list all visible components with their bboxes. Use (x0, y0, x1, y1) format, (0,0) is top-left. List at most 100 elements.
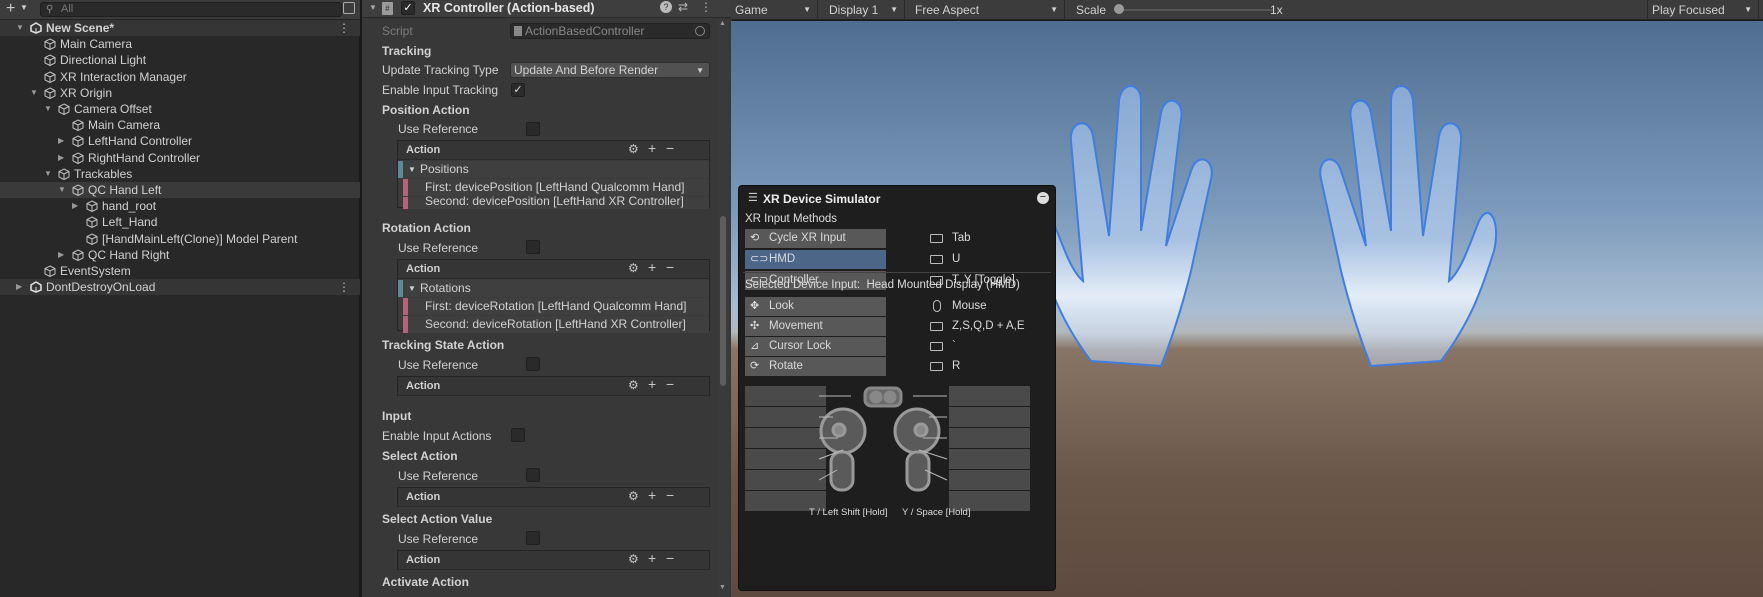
rotation-use-reference-checkbox[interactable] (526, 240, 540, 254)
hierarchy-scene-row[interactable]: ▶ DontDestroyOnLoad ⋮ (0, 279, 360, 296)
mouse-icon (933, 300, 941, 312)
scene-menu-icon[interactable]: ⋮ (338, 279, 350, 295)
scale-slider[interactable] (1114, 9, 1274, 11)
input-method-hmd-button[interactable]: ⊂⊃ HMD (745, 250, 886, 269)
hierarchy-item[interactable]: [HandMainLeft(Clone)] Model Parent (0, 231, 360, 247)
select-use-reference-checkbox[interactable] (526, 468, 540, 482)
update-tracking-dropdown[interactable]: Update And Before Render ▼ (510, 62, 710, 78)
aspect-dropdown[interactable]: Free Aspect ▼ (911, 0, 1065, 20)
gear-icon[interactable]: ⚙ (628, 261, 639, 275)
hierarchy-item[interactable]: Directional Light (0, 52, 360, 68)
play-mode-dropdown[interactable]: Play Focused ▼ (1647, 0, 1759, 20)
look-icon: ✥ (750, 300, 760, 312)
collapse-arrow-icon[interactable]: ▶ (58, 150, 64, 166)
hierarchy-item[interactable]: Left_Hand (0, 214, 360, 230)
remove-icon[interactable]: − (666, 259, 674, 275)
input-methods-header: XR Input Methods (745, 213, 838, 225)
position-action-box: Action ⚙ + − ▼ Positions First: devicePo… (397, 140, 710, 209)
hierarchy-item[interactable]: ▶ QC Hand Right (0, 247, 360, 263)
tracking-state-use-reference-label: Use Reference (398, 358, 479, 372)
dropdown-arrow-icon: ▼ (890, 5, 898, 14)
remove-icon[interactable]: − (666, 376, 674, 392)
scroll-up-icon[interactable]: ▲ (719, 20, 726, 27)
collapse-arrow-icon[interactable]: ▶ (16, 279, 22, 295)
add-binding-icon[interactable]: + (648, 259, 656, 275)
add-icon[interactable]: + (6, 0, 15, 18)
device-input-cursor-lock-button[interactable]: ⊿ Cursor Lock (745, 337, 886, 356)
enable-input-actions-label: Enable Input Actions (382, 429, 492, 443)
hierarchy-item[interactable]: ▼ Camera Offset (0, 101, 360, 117)
hierarchy-item[interactable]: ▶ LeftHand Controller (0, 133, 360, 149)
key-binding-label: R (930, 357, 960, 376)
foldout-arrow-icon[interactable]: ▼ (408, 161, 416, 178)
hierarchy-item[interactable]: ▼ QC Hand Left (0, 182, 360, 198)
selected-device-label: Selected Device Input: Head Mounted Disp… (745, 279, 1020, 291)
rotations-composite[interactable]: ▼ Rotations (398, 280, 709, 297)
drag-handle-icon[interactable]: ☰ (748, 191, 758, 204)
rotation-action-header-bar: Action ⚙ + − (398, 259, 709, 279)
hierarchy-scene-row[interactable]: ▼ New Scene* ⋮ (0, 20, 360, 36)
hierarchy-item[interactable]: Main Camera (0, 117, 360, 133)
foldout-arrow-icon[interactable]: ▼ (408, 280, 416, 297)
dropdown-arrow-icon[interactable]: ▼ (20, 3, 28, 12)
position-use-reference-label: Use Reference (398, 122, 479, 136)
remove-icon[interactable]: − (666, 550, 674, 566)
hierarchy-item[interactable]: Main Camera (0, 36, 360, 52)
rotation-binding-second[interactable]: Second: deviceRotation [LeftHand XR Cont… (403, 316, 709, 333)
collapse-arrow-icon[interactable]: ▶ (58, 247, 64, 263)
hierarchy-item[interactable]: ▶ RightHand Controller (0, 150, 360, 166)
hierarchy-item[interactable]: ▼ XR Origin (0, 85, 360, 101)
add-binding-icon[interactable]: + (648, 550, 656, 566)
select-action-box: Action ⚙ + − (397, 487, 710, 507)
select-value-use-reference-checkbox[interactable] (526, 531, 540, 545)
add-binding-icon[interactable]: + (648, 140, 656, 156)
input-method-cycle-xr-input-button[interactable]: ⟲ Cycle XR Input (745, 229, 886, 248)
hierarchy-item-label: Main Camera (60, 37, 133, 52)
search-filter-icon[interactable] (343, 2, 355, 14)
remove-icon[interactable]: − (666, 140, 674, 156)
add-binding-icon[interactable]: + (648, 376, 656, 392)
device-input-movement-button[interactable]: ✣ Movement (745, 317, 886, 336)
remove-icon[interactable]: − (666, 487, 674, 503)
script-field: ActionBasedController (510, 23, 710, 39)
gear-icon[interactable]: ⚙ (628, 489, 639, 503)
enable-input-actions-checkbox[interactable] (511, 428, 525, 442)
gear-icon[interactable]: ⚙ (628, 142, 639, 156)
expand-arrow-icon[interactable]: ▼ (30, 85, 38, 101)
hierarchy-item[interactable]: XR Interaction Manager (0, 69, 360, 85)
position-binding-second[interactable]: Second: devicePosition [LeftHand XR Cont… (403, 195, 709, 209)
inspector-scrollbar[interactable]: ▲ ▼ (717, 20, 729, 597)
tracking-state-use-reference-checkbox[interactable] (526, 357, 540, 371)
scroll-down-icon[interactable]: ▼ (719, 584, 726, 591)
hierarchy-item[interactable]: ▶ hand_root (0, 198, 360, 214)
add-binding-icon[interactable]: + (648, 487, 656, 503)
device-input-look-button[interactable]: ✥ Look (745, 297, 886, 316)
expand-arrow-icon[interactable]: ▼ (16, 20, 24, 36)
device-input-rotate-button[interactable]: ⟳ Rotate (745, 357, 886, 376)
expand-arrow-icon[interactable]: ▼ (44, 101, 52, 117)
object-picker-icon[interactable] (695, 26, 705, 36)
scale-slider-handle[interactable] (1114, 4, 1124, 14)
scale-label: Scale (1076, 3, 1107, 17)
collapse-icon[interactable]: − (1037, 192, 1049, 204)
hierarchy-item[interactable]: EventSystem (0, 263, 360, 279)
hierarchy-item[interactable]: ▼ Trackables (0, 166, 360, 182)
hierarchy-search-input[interactable]: ⚲ All (40, 2, 342, 17)
enable-input-tracking-checkbox[interactable]: ✓ (511, 83, 525, 97)
scrollbar-thumb[interactable] (720, 216, 726, 386)
positions-composite[interactable]: ▼ Positions (398, 161, 709, 178)
collapse-arrow-icon[interactable]: ▶ (72, 198, 78, 214)
position-use-reference-checkbox[interactable] (526, 122, 540, 136)
collapse-arrow-icon[interactable]: ▶ (58, 133, 64, 149)
rotation-binding-first[interactable]: First: deviceRotation [LeftHand Qualcomm… (403, 298, 709, 315)
display-dropdown[interactable]: Display 1 ▼ (825, 0, 905, 20)
scene-menu-icon[interactable]: ⋮ (338, 20, 350, 36)
expand-arrow-icon[interactable]: ▼ (44, 166, 52, 182)
gear-icon[interactable]: ⚙ (628, 552, 639, 566)
hmd-icon (863, 386, 903, 408)
gameobject-cube-icon (58, 103, 70, 116)
gameobject-cube-icon (44, 265, 56, 278)
gear-icon[interactable]: ⚙ (628, 378, 639, 392)
expand-arrow-icon[interactable]: ▼ (58, 182, 66, 198)
view-dropdown[interactable]: Game ▼ (731, 0, 818, 20)
